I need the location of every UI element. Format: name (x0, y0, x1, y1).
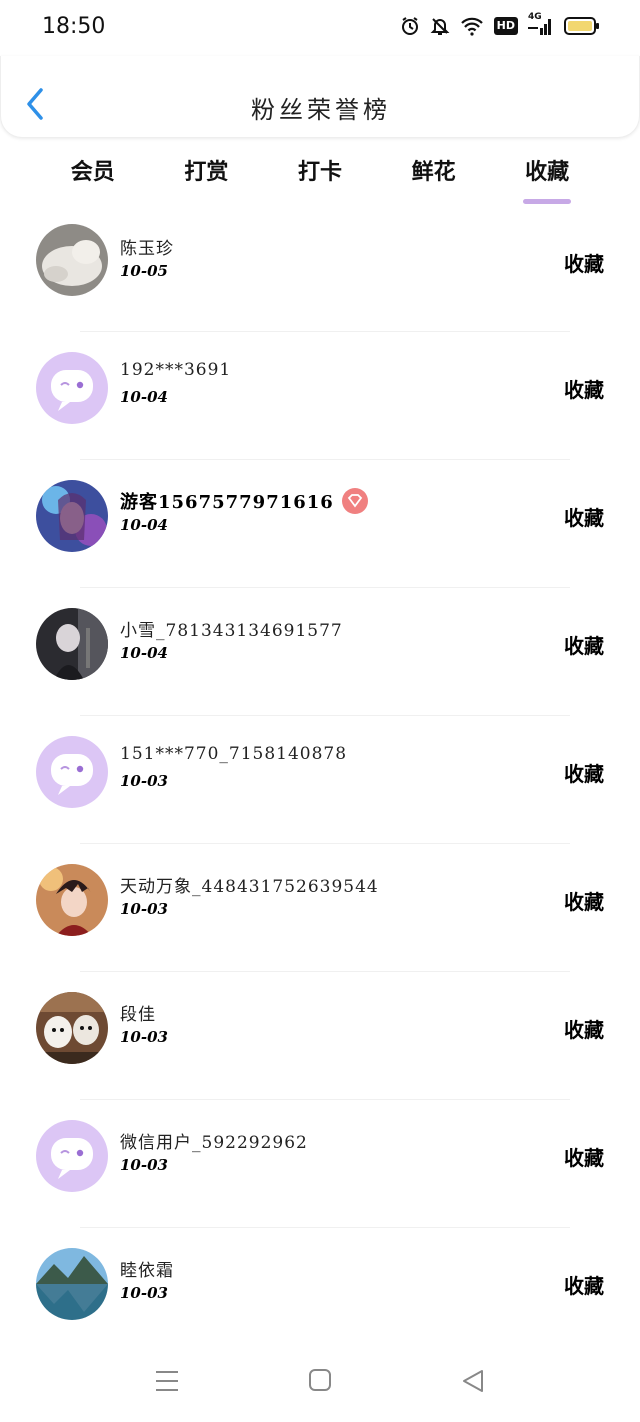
avatar (36, 352, 108, 424)
mute-icon (430, 16, 450, 36)
fan-name: 陈玉珍 (120, 239, 174, 259)
list-item[interactable]: 151***770_7158140878 10-03 收藏 (0, 716, 640, 844)
avatar (36, 480, 108, 552)
fan-name: 小雪_781343134691577 (120, 621, 343, 641)
list-item[interactable]: 睦依霜 10-03 收藏 (0, 1228, 640, 1356)
fan-date: 10-04 (120, 644, 168, 662)
fan-date: 10-03 (120, 772, 168, 790)
battery-icon (564, 16, 600, 36)
fan-name: 151***770_7158140878 (120, 744, 348, 764)
action-type-label: 收藏 (564, 378, 604, 402)
avatar (36, 736, 108, 808)
fan-name: 睦依霜 (120, 1261, 174, 1281)
avatar (36, 992, 108, 1064)
fan-name: 天动万象_448431752639544 (120, 877, 379, 897)
list-item[interactable]: 天动万象_448431752639544 10-03 收藏 (0, 844, 640, 972)
fan-date: 10-03 (120, 900, 168, 918)
list-item[interactable]: 段佳 10-03 收藏 (0, 972, 640, 1100)
list-item[interactable]: 小雪_781343134691577 10-04 收藏 (0, 588, 640, 716)
back-nav-button[interactable] (460, 1368, 486, 1398)
tab-members[interactable]: 会员 (36, 146, 150, 206)
hd-icon: HD (493, 17, 518, 35)
action-type-label: 收藏 (564, 1274, 604, 1298)
status-bar: 18:50 HD 4G (0, 0, 640, 56)
hamburger-icon (156, 1371, 178, 1391)
fan-name: 192***3691 (120, 360, 232, 380)
list-item[interactable]: 192***3691 10-04 收藏 (0, 332, 640, 460)
avatar (36, 864, 108, 936)
fan-date: 10-05 (120, 262, 168, 280)
avatar (36, 1120, 108, 1192)
tab-checkin[interactable]: 打卡 (263, 146, 377, 206)
fan-date: 10-04 (120, 516, 168, 534)
action-type-label: 收藏 (564, 506, 604, 530)
chat-bubble-icon (36, 736, 108, 808)
fan-date: 10-03 (120, 1028, 168, 1046)
status-time: 18:50 (42, 14, 106, 39)
fan-date: 10-04 (120, 388, 168, 406)
action-type-label: 收藏 (564, 1146, 604, 1170)
tab-favorites[interactable]: 收藏 (490, 146, 604, 206)
action-type-label: 收藏 (564, 1018, 604, 1042)
network-type: 4G (528, 12, 542, 22)
square-home-icon (309, 1369, 331, 1391)
home-button[interactable] (308, 1368, 332, 1396)
chat-bubble-icon (36, 1120, 108, 1192)
fan-date: 10-03 (120, 1284, 168, 1302)
fan-list: 陈玉珍 10-05 收藏 192***3691 10-04 收藏 游客15675… (0, 206, 640, 1356)
signal-icon: 4G (528, 12, 554, 36)
action-type-label: 收藏 (564, 762, 604, 786)
system-nav-bar (0, 1342, 640, 1422)
fan-date: 10-03 (120, 1156, 168, 1174)
list-item[interactable]: 游客1567577971616 10-04 收藏 (0, 460, 640, 588)
page-title: 粉丝荣誉榜 (251, 96, 391, 124)
avatar (36, 224, 108, 296)
tab-bar: 会员 打赏 打卡 鲜花 收藏 (36, 146, 604, 206)
list-item[interactable]: 陈玉珍 10-05 收藏 (0, 206, 640, 332)
avatar (36, 1248, 108, 1320)
menu-button[interactable] (154, 1368, 180, 1398)
action-type-label: 收藏 (564, 890, 604, 914)
vip-diamond-icon (341, 488, 368, 514)
alarm-icon (400, 16, 420, 36)
fan-name: 微信用户_592292962 (120, 1133, 308, 1153)
tab-rewards[interactable]: 打赏 (150, 146, 264, 206)
wifi-icon (460, 16, 484, 36)
fan-name: 游客1567577971616 (120, 488, 368, 514)
action-type-label: 收藏 (564, 252, 604, 276)
triangle-back-icon (463, 1370, 483, 1392)
list-item[interactable]: 微信用户_592292962 10-03 收藏 (0, 1100, 640, 1228)
tab-flowers[interactable]: 鲜花 (377, 146, 491, 206)
chat-bubble-icon (36, 352, 108, 424)
status-icons: HD 4G (400, 12, 600, 36)
avatar (36, 608, 108, 680)
header: 粉丝荣誉榜 (0, 56, 640, 138)
fan-name: 段佳 (120, 1005, 156, 1025)
action-type-label: 收藏 (564, 634, 604, 658)
